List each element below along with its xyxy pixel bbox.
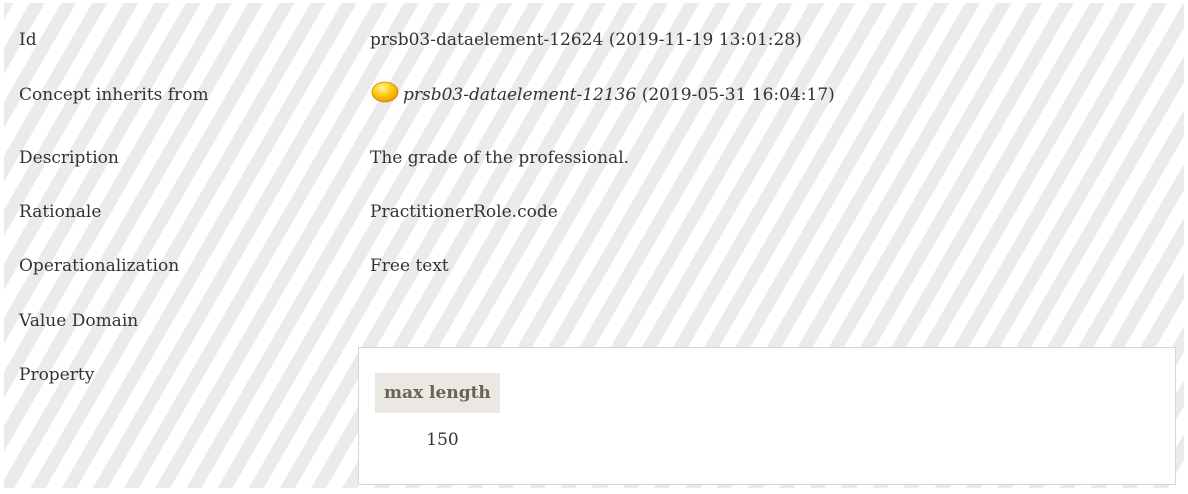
operationalization-row: Operationalization Free text — [4, 256, 1184, 296]
concept-inherits-value[interactable]: prsb03-dataelement-12136 (2019-05-31 16:… — [370, 81, 835, 105]
description-value: The grade of the professional. — [370, 148, 630, 168]
property-value-max-length: 150 — [426, 430, 459, 450]
concept-circle-icon — [371, 81, 399, 103]
property-table: max length 150 — [358, 347, 1176, 485]
value-domain-row: Value Domain — [4, 311, 1184, 351]
concept-inherits-label: Concept inherits from — [19, 85, 209, 105]
description-label: Description — [19, 148, 119, 168]
concept-inherits-row: Concept inherits from prsb03-dataelement… — [4, 81, 1184, 125]
operationalization-value: Free text — [370, 256, 449, 276]
rationale-label: Rationale — [19, 202, 102, 222]
property-label: Property — [19, 365, 95, 385]
operationalization-label: Operationalization — [19, 256, 180, 276]
id-value: prsb03-dataelement-12624 (2019-11-19 13:… — [370, 30, 802, 50]
property-header-max-length: max length — [375, 373, 500, 413]
rationale-value: PractitionerRole.code — [370, 202, 558, 222]
id-label: Id — [19, 30, 37, 50]
rationale-row: Rationale PractitionerRole.code — [4, 202, 1184, 242]
concept-ref-link[interactable]: prsb03-dataelement-12136 — [403, 85, 636, 105]
concept-detail-panel: Id prsb03-dataelement-12624 (2019-11-19 … — [4, 3, 1184, 488]
id-row: Id prsb03-dataelement-12624 (2019-11-19 … — [4, 30, 1184, 70]
description-row: Description The grade of the professiona… — [4, 148, 1184, 188]
value-domain-label: Value Domain — [19, 311, 139, 331]
concept-ref-date: (2019-05-31 16:04:17) — [636, 85, 835, 105]
